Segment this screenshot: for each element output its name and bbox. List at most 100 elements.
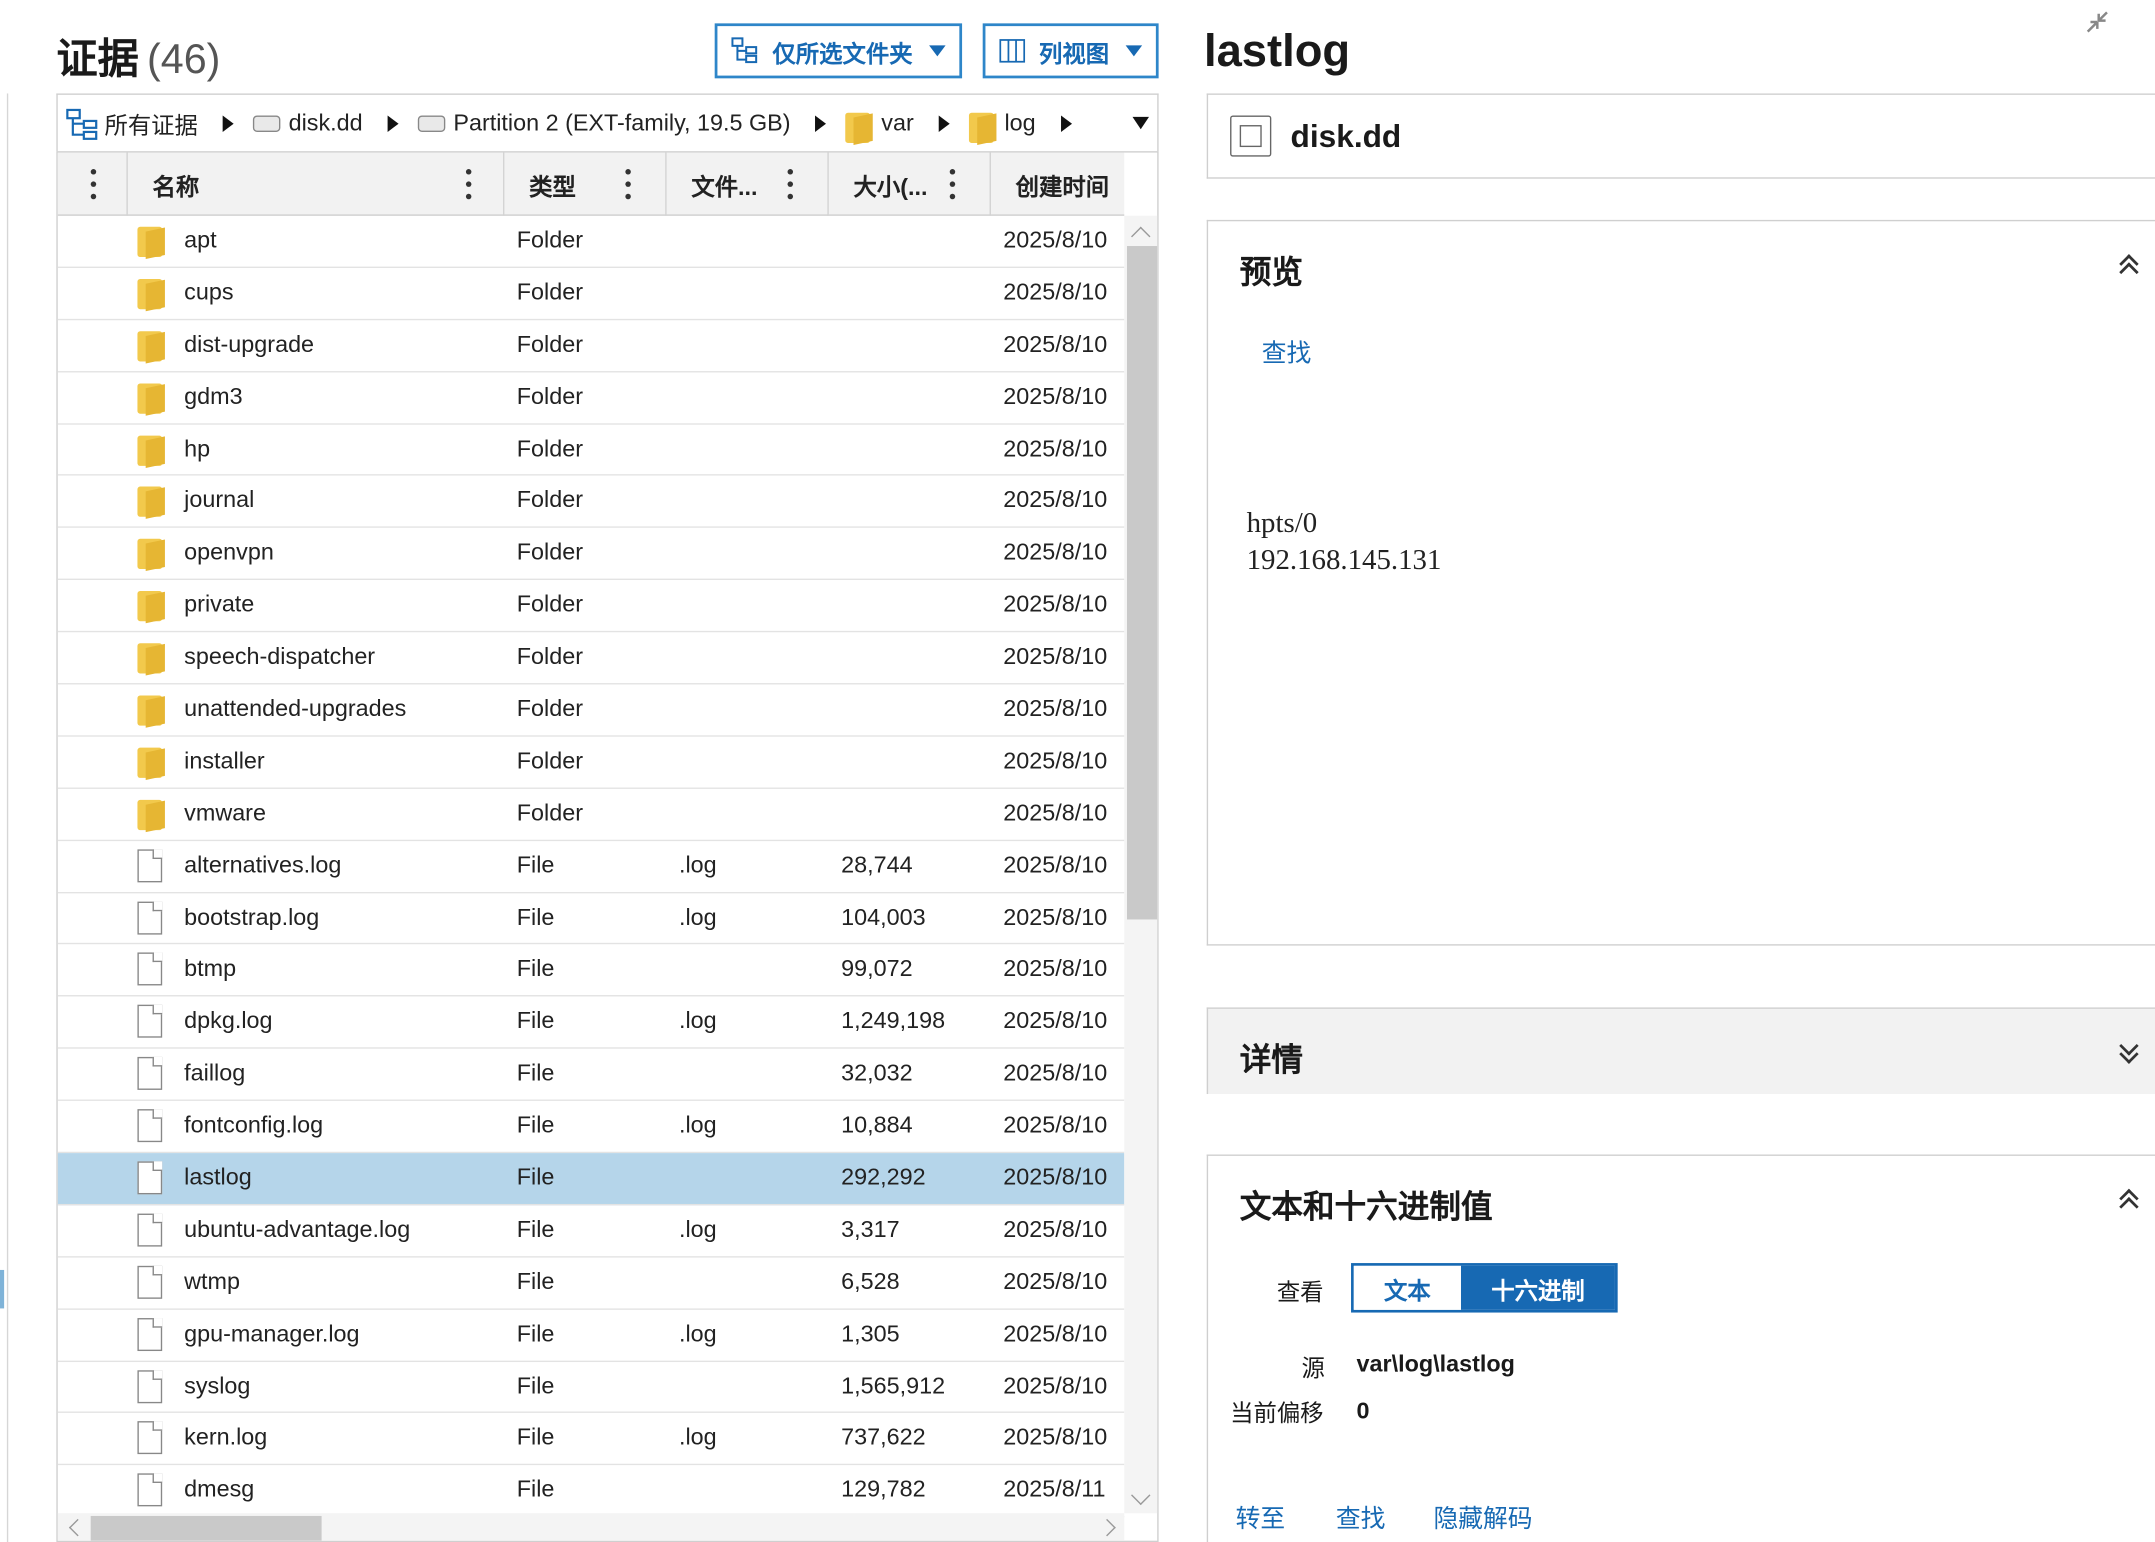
folder-filter-label: 仅所选文件夹 — [772, 40, 913, 67]
vertical-scroll-thumb[interactable] — [1127, 246, 1158, 920]
breadcrumb-var[interactable]: var — [845, 109, 914, 143]
cell-name: lastlog — [184, 1164, 252, 1191]
file-icon — [137, 1005, 163, 1039]
kebab-icon[interactable] — [949, 169, 956, 200]
preview-find-link[interactable]: 查找 — [1262, 334, 1311, 370]
hex-tab-button[interactable]: 十六进制 — [1460, 1265, 1615, 1310]
column-header-extension[interactable]: 文件... — [667, 152, 829, 216]
table-row[interactable]: gpu-manager.log File .log 1,305 2025/8/10 — [57, 1309, 1125, 1362]
cell-created: 2025/8/10 — [1003, 955, 1108, 982]
details-panel[interactable]: 详情 — [1206, 1007, 2155, 1095]
vertical-scrollbar[interactable] — [1124, 215, 1158, 1514]
table-row[interactable]: faillog File 32,032 2025/8/10 — [57, 1049, 1125, 1102]
cell-type: Folder — [516, 487, 584, 514]
table-row[interactable]: btmp File 99,072 2025/8/10 — [57, 945, 1125, 997]
evidence-source-name: disk.dd — [1290, 117, 1402, 154]
table-row[interactable]: unattended-upgrades Folder 2025/8/10 — [57, 684, 1125, 737]
folder-filter-dropdown[interactable]: 仅所选文件夹 — [714, 23, 963, 79]
table-row[interactable]: openvpn Folder 2025/8/10 — [57, 528, 1125, 581]
column-header-name[interactable]: 名称 — [128, 152, 505, 216]
scroll-right-icon[interactable] — [1098, 1518, 1116, 1537]
breadcrumb-partition[interactable]: Partition 2 (EXT-family, 19.5 GB) — [417, 109, 791, 136]
chevron-down-icon — [929, 45, 946, 57]
evidence-source-card[interactable]: disk.dd — [1206, 93, 2155, 179]
breadcrumb-separator-icon — [938, 114, 950, 132]
cell-size: 1,565,912 — [841, 1372, 946, 1399]
table-row[interactable]: ubuntu-advantage.log File .log 3,317 2025/8/… — [57, 1205, 1125, 1258]
table-row[interactable]: private Folder 2025/8/10 — [57, 580, 1125, 633]
horizontal-scrollbar[interactable] — [57, 1513, 1125, 1541]
table-body: apt Folder 2025/8/10 cups Folder 2025/8/10 dis… — [57, 216, 1125, 1518]
expand-chevron-down-icon[interactable] — [2119, 1036, 2139, 1064]
cell-created: 2025/8/10 — [1003, 1424, 1108, 1451]
breadcrumb-dropdown-icon[interactable] — [1132, 116, 1149, 130]
table-row[interactable]: gdm3 Folder 2025/8/10 — [57, 372, 1125, 425]
find-link[interactable]: 查找 — [1336, 1499, 1385, 1535]
cell-created: 2025/8/10 — [1003, 1112, 1108, 1139]
kebab-icon[interactable] — [625, 169, 631, 200]
kebab-icon[interactable] — [90, 169, 97, 200]
table-row[interactable]: lastlog File 292,292 2025/8/10 — [57, 1153, 1125, 1206]
table-row[interactable]: wtmp File 6,528 2025/8/10 — [57, 1257, 1125, 1310]
horizontal-scroll-thumb[interactable] — [90, 1515, 322, 1541]
breadcrumb-log[interactable]: log — [968, 109, 1036, 143]
table-row[interactable]: syslog File 1,565,912 2025/8/10 — [57, 1361, 1125, 1414]
table-row[interactable]: hp Folder 2025/8/10 — [57, 424, 1125, 477]
cell-extension: .log — [678, 1424, 717, 1451]
cell-name: fontconfig.log — [184, 1112, 324, 1139]
cell-created: 2025/8/10 — [1003, 1164, 1108, 1191]
cell-name: hp — [184, 435, 211, 462]
column-header-size[interactable]: 大小(... — [829, 152, 991, 216]
scroll-left-icon[interactable] — [68, 1518, 87, 1537]
table-row[interactable]: installer Folder 2025/8/10 — [57, 737, 1125, 789]
breadcrumb-disk[interactable]: disk.dd — [252, 109, 363, 136]
scroll-down-icon[interactable] — [1131, 1485, 1151, 1506]
table-row[interactable]: dist-upgrade Folder 2025/8/10 — [57, 320, 1125, 373]
file-icon — [137, 1057, 163, 1091]
cell-type: Folder — [516, 435, 584, 462]
cell-extension: .log — [678, 851, 717, 878]
table-row[interactable]: dpkg.log File .log 1,249,198 2025/8/10 — [57, 997, 1125, 1050]
cell-created: 2025/8/10 — [1003, 278, 1108, 305]
cell-created: 2025/8/10 — [1003, 1372, 1108, 1399]
table-row[interactable]: apt Folder 2025/8/10 — [57, 216, 1125, 268]
text-tab-button[interactable]: 文本 — [1353, 1265, 1461, 1310]
file-icon — [137, 1161, 163, 1195]
collapse-chevron-up-icon[interactable] — [2119, 254, 2139, 282]
table-row[interactable]: journal Folder 2025/8/10 — [57, 476, 1125, 529]
collapse-pane-icon[interactable] — [2084, 8, 2111, 35]
scroll-up-icon[interactable] — [1131, 226, 1151, 247]
cell-name: gpu-manager.log — [184, 1320, 360, 1347]
breadcrumb-all-evidence[interactable]: 所有证据 — [66, 106, 198, 140]
column-options-header[interactable] — [58, 152, 128, 216]
hide-decode-link[interactable]: 隐藏解码 — [1433, 1499, 1532, 1535]
kebab-icon[interactable] — [465, 169, 472, 200]
collapse-chevron-up-icon[interactable] — [2119, 1188, 2139, 1217]
goto-link[interactable]: 转至 — [1236, 1499, 1285, 1535]
breadcrumb-separator-icon — [387, 114, 399, 132]
table-row[interactable]: dmesg File 129,782 2025/8/11 — [57, 1466, 1125, 1518]
table-row[interactable]: fontconfig.log File .log 10,884 2025/8/10 — [57, 1101, 1125, 1154]
file-icon — [137, 1421, 163, 1455]
cell-created: 2025/8/10 — [1003, 1007, 1108, 1035]
breadcrumb-next-icon[interactable] — [1060, 114, 1072, 132]
folder-icon — [137, 536, 164, 570]
table-row[interactable]: speech-dispatcher Folder 2025/8/10 — [57, 632, 1125, 685]
column-header-created[interactable]: 创建时间 — [991, 153, 1124, 216]
table-row[interactable]: alternatives.log File .log 28,744 2025/8/10 — [57, 841, 1125, 893]
cell-size: 6,528 — [841, 1268, 900, 1295]
preview-line: hpts/0 — [1246, 505, 1318, 539]
table-row[interactable]: kern.log File .log 737,622 2025/8/10 — [57, 1414, 1125, 1466]
chevron-down-icon — [1125, 45, 1143, 57]
table-row[interactable]: vmware Folder 2025/8/10 — [57, 789, 1125, 841]
cell-created: 2025/8/10 — [1003, 487, 1108, 514]
cell-size: 32,032 — [841, 1060, 913, 1087]
column-header-type-label: 类型 — [529, 173, 576, 200]
columns-icon — [999, 39, 1026, 63]
table-row[interactable]: bootstrap.log File .log 104,003 2025/8/10 — [57, 893, 1125, 945]
column-header-type[interactable]: 类型 — [504, 152, 667, 216]
kebab-icon[interactable] — [787, 169, 794, 200]
folder-icon — [137, 484, 164, 518]
view-mode-dropdown[interactable]: 列视图 — [982, 23, 1159, 79]
table-row[interactable]: cups Folder 2025/8/10 — [57, 268, 1125, 320]
